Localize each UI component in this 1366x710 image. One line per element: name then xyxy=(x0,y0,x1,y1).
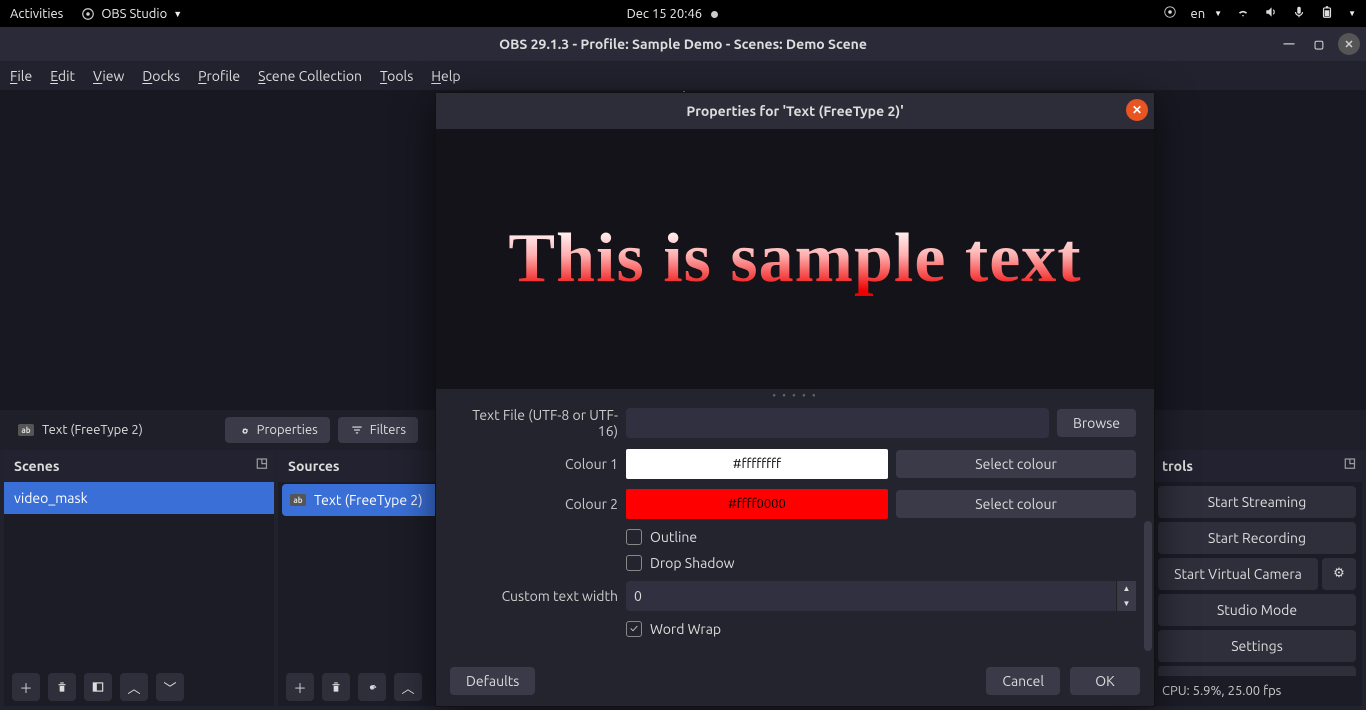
menu-tools[interactable]: Tools xyxy=(380,68,413,84)
dialog-title: Properties for 'Text (FreeType 2)' xyxy=(686,103,903,119)
menu-file[interactable]: File xyxy=(10,68,32,84)
splitter-handle[interactable]: • • • • • xyxy=(436,389,1154,401)
minimize-button[interactable]: — xyxy=(1278,33,1300,55)
colour1-label: Colour 1 xyxy=(454,456,618,472)
start-virtual-camera-button[interactable]: Start Virtual Camera xyxy=(1158,558,1318,590)
form-scrollbar[interactable] xyxy=(1144,521,1152,651)
sources-title: Sources xyxy=(288,458,340,474)
scene-item[interactable]: video_mask xyxy=(4,482,274,514)
scene-down-button[interactable]: ﹀ xyxy=(156,673,184,701)
notification-dot-icon xyxy=(711,11,718,18)
defaults-button[interactable]: Defaults xyxy=(450,667,535,695)
menu-view[interactable]: View xyxy=(93,68,124,84)
word-wrap-checkbox[interactable]: Word Wrap xyxy=(626,621,721,637)
add-scene-button[interactable]: ＋ xyxy=(12,673,40,701)
remove-scene-button[interactable] xyxy=(48,673,76,701)
activities-button[interactable]: Activities xyxy=(10,7,63,21)
source-properties-button[interactable] xyxy=(358,673,386,701)
scenes-title: Scenes xyxy=(14,458,59,474)
menu-bar: File Edit View Docks Profile Scene Colle… xyxy=(0,61,1366,91)
drop-shadow-checkbox[interactable]: Drop Shadow xyxy=(626,555,735,571)
spin-down-icon[interactable]: ▼ xyxy=(1116,596,1136,611)
start-streaming-button[interactable]: Start Streaming xyxy=(1158,486,1356,518)
menu-help[interactable]: Help xyxy=(431,68,460,84)
filters-button[interactable]: Filters xyxy=(338,417,418,443)
virtual-camera-settings-button[interactable]: ⚙ xyxy=(1322,558,1356,590)
start-recording-button[interactable]: Start Recording xyxy=(1158,522,1356,554)
textfile-label: Text File (UTF-8 or UTF-16) xyxy=(454,407,618,439)
controls-dock: trols ◳ Start Streaming Start Recording S… xyxy=(1152,450,1362,706)
dialog-titlebar: Properties for 'Text (FreeType 2)' ✕ xyxy=(436,93,1154,129)
ok-button[interactable]: OK xyxy=(1070,667,1140,695)
spin-up-icon[interactable]: ▲ xyxy=(1116,581,1136,596)
settings-button[interactable]: Settings xyxy=(1158,630,1356,662)
mic-icon[interactable] xyxy=(1292,5,1306,22)
menu-profile[interactable]: Profile xyxy=(198,68,240,84)
selected-source-label: Text (FreeType 2) xyxy=(42,423,143,437)
dock-popout-icon[interactable]: ◳ xyxy=(1344,456,1356,471)
dialog-preview: This is sample text xyxy=(436,129,1154,389)
controls-title: trols xyxy=(1162,458,1193,474)
scene-up-button[interactable]: ︿ xyxy=(120,673,148,701)
remove-source-button[interactable] xyxy=(322,673,350,701)
window-titlebar: OBS 29.1.3 - Profile: Sample Demo - Scen… xyxy=(0,27,1366,61)
gnome-top-bar: Activities OBS Studio ▼ Dec 15 20:46 en▼… xyxy=(0,0,1366,27)
browse-button[interactable]: Browse xyxy=(1057,409,1136,437)
exit-button[interactable]: Exit xyxy=(1158,666,1356,676)
outline-checkbox[interactable]: Outline xyxy=(626,529,697,545)
menu-edit[interactable]: Edit xyxy=(50,68,75,84)
system-menu-chevron-icon[interactable]: ▼ xyxy=(1348,9,1356,18)
lang-indicator[interactable]: en▼ xyxy=(1191,7,1223,21)
dialog-form: Text File (UTF-8 or UTF-16) Browse Colou… xyxy=(436,401,1154,656)
battery-icon[interactable] xyxy=(1320,5,1334,22)
text-source-icon: ab xyxy=(290,494,306,506)
menu-docks[interactable]: Docks xyxy=(142,68,180,84)
wifi-icon[interactable] xyxy=(1236,5,1250,22)
app-menu-label: OBS Studio xyxy=(101,7,167,21)
properties-button[interactable]: Properties xyxy=(225,417,330,443)
cancel-button[interactable]: Cancel xyxy=(986,667,1060,695)
add-source-button[interactable]: ＋ xyxy=(286,673,314,701)
menu-scene-collection[interactable]: Scene Collection xyxy=(258,68,362,84)
source-up-button[interactable]: ︿ xyxy=(394,673,422,701)
dialog-close-button[interactable]: ✕ xyxy=(1126,99,1148,121)
textfile-field[interactable] xyxy=(626,408,1049,438)
window-title: OBS 29.1.3 - Profile: Sample Demo - Scen… xyxy=(499,36,867,52)
properties-dialog: Properties for 'Text (FreeType 2)' ✕ Thi… xyxy=(435,92,1155,707)
close-button[interactable]: ✕ xyxy=(1338,33,1360,55)
scenes-dock: Scenes ◳ video_mask ＋ ︿ ﹀ xyxy=(4,450,274,706)
preview-text: This is sample text xyxy=(508,219,1081,299)
colour2-swatch[interactable]: #ffff0000 xyxy=(626,489,888,519)
scene-filter-button[interactable] xyxy=(84,673,112,701)
colour2-label: Colour 2 xyxy=(454,496,618,512)
custom-width-label: Custom text width xyxy=(454,588,618,604)
colour2-select-button[interactable]: Select colour xyxy=(896,490,1136,518)
studio-mode-button[interactable]: Studio Mode xyxy=(1158,594,1356,626)
obs-tray-icon[interactable] xyxy=(1163,5,1177,22)
colour1-select-button[interactable]: Select colour xyxy=(896,450,1136,478)
clock[interactable]: Dec 15 20:46 xyxy=(627,7,703,21)
text-source-icon: ab xyxy=(18,424,34,436)
dock-popout-icon[interactable]: ◳ xyxy=(256,456,268,471)
app-menu[interactable]: OBS Studio ▼ xyxy=(81,7,182,21)
colour1-swatch[interactable]: #ffffffff xyxy=(626,449,888,479)
status-bar: CPU: 5.9%, 25.00 fps xyxy=(1152,676,1362,706)
custom-width-spinbox[interactable]: 0 ▲▼ xyxy=(626,581,1136,611)
maximize-button[interactable]: ▢ xyxy=(1308,33,1330,55)
volume-icon[interactable] xyxy=(1264,5,1278,22)
